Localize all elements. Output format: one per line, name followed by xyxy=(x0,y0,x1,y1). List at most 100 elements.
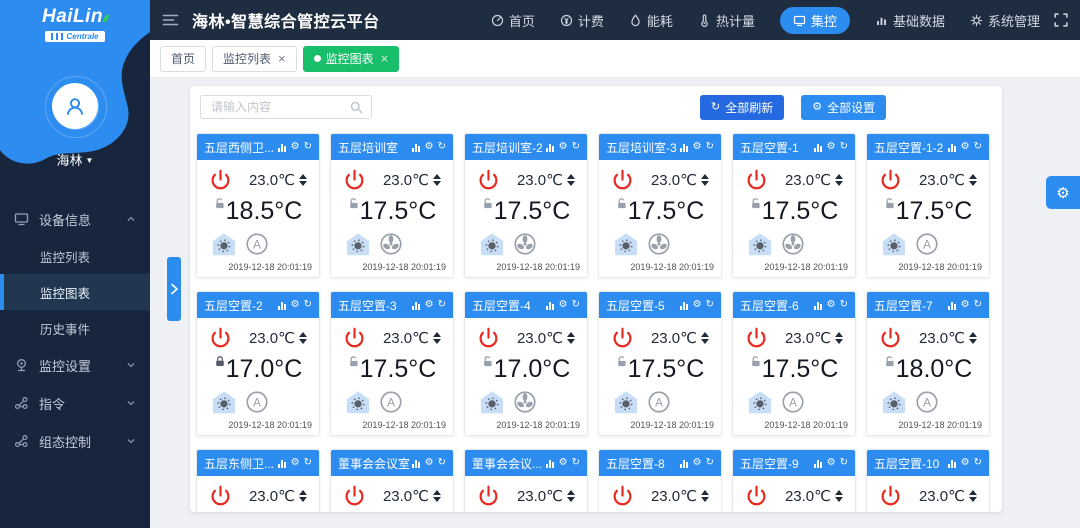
nav-item-system-manage[interactable]: 系统管理 xyxy=(970,11,1040,30)
nav-item-home[interactable]: 首页 xyxy=(491,11,535,30)
chart-icon[interactable] xyxy=(814,459,823,468)
step-up-icon[interactable] xyxy=(835,332,843,337)
power-button[interactable] xyxy=(880,485,901,506)
chart-icon[interactable] xyxy=(680,459,689,468)
refresh-icon[interactable]: ↻ xyxy=(840,142,848,152)
refresh-icon[interactable]: ↻ xyxy=(438,300,446,310)
gear-icon[interactable]: ⚙ xyxy=(291,142,300,152)
step-down-icon[interactable] xyxy=(433,181,441,186)
nav-item-base-data[interactable]: 基础数据 xyxy=(875,11,945,30)
step-up-icon[interactable] xyxy=(433,174,441,179)
step-down-icon[interactable] xyxy=(567,497,575,502)
setpoint-stepper[interactable] xyxy=(567,174,575,186)
nav-item-billing[interactable]: 计费 xyxy=(560,11,604,30)
hamburger-icon[interactable] xyxy=(162,12,179,28)
nav-item-central-control[interactable]: 集控 xyxy=(780,7,850,34)
chart-icon[interactable] xyxy=(412,301,421,310)
power-button[interactable] xyxy=(746,327,767,348)
power-button[interactable] xyxy=(210,485,231,506)
setpoint-stepper[interactable] xyxy=(433,490,441,502)
sidebar-item-config-control[interactable]: 组态控制 xyxy=(0,422,150,460)
step-down-icon[interactable] xyxy=(701,497,709,502)
step-down-icon[interactable] xyxy=(969,339,977,344)
settings-all-button[interactable]: ⚙ 全部设置 xyxy=(801,95,886,120)
nav-item-heat-meter[interactable]: 热计量 xyxy=(698,11,755,30)
step-down-icon[interactable] xyxy=(433,339,441,344)
refresh-icon[interactable]: ↻ xyxy=(706,142,714,152)
step-up-icon[interactable] xyxy=(969,332,977,337)
refresh-icon[interactable]: ↻ xyxy=(572,458,580,468)
close-icon[interactable]: × xyxy=(278,51,286,66)
step-down-icon[interactable] xyxy=(969,497,977,502)
power-button[interactable] xyxy=(478,169,499,190)
refresh-icon[interactable]: ↻ xyxy=(304,300,312,310)
refresh-icon[interactable]: ↻ xyxy=(706,300,714,310)
setpoint-stepper[interactable] xyxy=(433,174,441,186)
refresh-icon[interactable]: ↻ xyxy=(974,142,982,152)
step-up-icon[interactable] xyxy=(433,332,441,337)
refresh-icon[interactable]: ↻ xyxy=(438,458,446,468)
setpoint-stepper[interactable] xyxy=(969,490,977,502)
chart-icon[interactable] xyxy=(814,143,823,152)
step-up-icon[interactable] xyxy=(299,332,307,337)
step-up-icon[interactable] xyxy=(567,332,575,337)
chart-icon[interactable] xyxy=(814,301,823,310)
gear-icon[interactable]: ⚙ xyxy=(961,458,970,468)
sidebar-item-commands[interactable]: 指令 xyxy=(0,384,150,422)
refresh-icon[interactable]: ↻ xyxy=(572,300,580,310)
refresh-icon[interactable]: ↻ xyxy=(304,142,312,152)
refresh-icon[interactable]: ↻ xyxy=(572,142,580,152)
step-down-icon[interactable] xyxy=(835,339,843,344)
setpoint-stepper[interactable] xyxy=(299,490,307,502)
gear-icon[interactable]: ⚙ xyxy=(559,300,568,310)
avatar[interactable] xyxy=(52,83,98,129)
gear-icon[interactable]: ⚙ xyxy=(827,142,836,152)
setpoint-stepper[interactable] xyxy=(969,332,977,344)
sidebar-collapse-handle[interactable] xyxy=(167,257,181,321)
gear-icon[interactable]: ⚙ xyxy=(961,300,970,310)
step-down-icon[interactable] xyxy=(835,181,843,186)
gear-icon[interactable]: ⚙ xyxy=(559,142,568,152)
chart-icon[interactable] xyxy=(412,459,421,468)
step-up-icon[interactable] xyxy=(701,174,709,179)
setpoint-stepper[interactable] xyxy=(299,332,307,344)
power-button[interactable] xyxy=(746,485,767,506)
fullscreen-icon[interactable] xyxy=(1054,13,1068,27)
gear-icon[interactable]: ⚙ xyxy=(425,142,434,152)
gear-icon[interactable]: ⚙ xyxy=(827,300,836,310)
step-down-icon[interactable] xyxy=(969,181,977,186)
power-button[interactable] xyxy=(880,169,901,190)
refresh-icon[interactable]: ↻ xyxy=(840,300,848,310)
step-up-icon[interactable] xyxy=(701,490,709,495)
setpoint-stepper[interactable] xyxy=(835,332,843,344)
user-menu[interactable]: 海林▼ xyxy=(0,150,150,169)
sidebar-item-monitor-list[interactable]: 监控列表 xyxy=(0,238,150,274)
gear-icon[interactable]: ⚙ xyxy=(693,458,702,468)
step-up-icon[interactable] xyxy=(835,174,843,179)
chart-icon[interactable] xyxy=(546,301,555,310)
tab-monitor-charts[interactable]: 监控图表× xyxy=(303,46,400,72)
gear-icon[interactable]: ⚙ xyxy=(961,142,970,152)
power-button[interactable] xyxy=(612,169,633,190)
gear-icon[interactable]: ⚙ xyxy=(291,300,300,310)
step-down-icon[interactable] xyxy=(567,339,575,344)
step-up-icon[interactable] xyxy=(701,332,709,337)
gear-icon[interactable]: ⚙ xyxy=(425,300,434,310)
refresh-icon[interactable]: ↻ xyxy=(974,458,982,468)
power-button[interactable] xyxy=(612,485,633,506)
gear-icon[interactable]: ⚙ xyxy=(291,458,300,468)
step-down-icon[interactable] xyxy=(567,181,575,186)
setpoint-stepper[interactable] xyxy=(701,174,709,186)
chart-icon[interactable] xyxy=(278,143,287,152)
step-up-icon[interactable] xyxy=(969,490,977,495)
setpoint-stepper[interactable] xyxy=(567,332,575,344)
step-up-icon[interactable] xyxy=(969,174,977,179)
setpoint-stepper[interactable] xyxy=(433,332,441,344)
refresh-icon[interactable]: ↻ xyxy=(304,458,312,468)
tab-monitor-list[interactable]: 监控列表× xyxy=(212,46,297,72)
step-down-icon[interactable] xyxy=(299,339,307,344)
sidebar-item-history-events[interactable]: 历史事件 xyxy=(0,310,150,346)
step-down-icon[interactable] xyxy=(701,181,709,186)
chart-icon[interactable] xyxy=(278,301,287,310)
setpoint-stepper[interactable] xyxy=(835,174,843,186)
